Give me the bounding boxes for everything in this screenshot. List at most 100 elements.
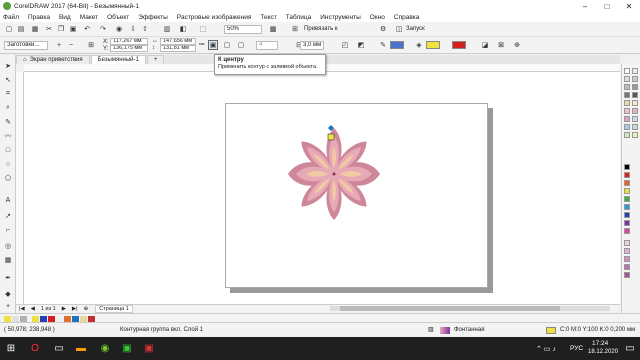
tab-untitled-1[interactable]: Безымянный-1 — [90, 55, 146, 64]
palette-swatch[interactable] — [624, 196, 630, 202]
outline-pen-icon[interactable]: ✎ — [378, 40, 388, 50]
gradient-end-color-swatch[interactable] — [452, 41, 466, 49]
palette-swatch[interactable] — [624, 68, 630, 74]
close-button[interactable]: ✕ — [618, 0, 640, 12]
height-field[interactable]: 131,81 мм — [160, 45, 196, 52]
color-blend-icon[interactable]: ◩ — [356, 40, 366, 50]
menu-window[interactable]: Окно — [370, 14, 385, 21]
menu-file[interactable]: Файл — [3, 14, 19, 21]
palette-swatch[interactable] — [632, 124, 638, 130]
options-gear-icon[interactable]: ⚙ — [378, 24, 388, 34]
palette-swatch[interactable] — [624, 100, 630, 106]
palette-swatch[interactable] — [632, 100, 638, 106]
palette-swatch[interactable] — [624, 84, 630, 90]
menu-view[interactable]: Вид — [59, 14, 71, 21]
next-page-icon[interactable]: ▶ — [59, 306, 69, 312]
launch-icon[interactable]: ◫ — [394, 24, 404, 34]
file-manager-icon[interactable]: ▬ — [74, 341, 88, 355]
parallel-dimension-icon[interactable]: ↗ — [3, 211, 13, 221]
scroll-thumb[interactable] — [340, 306, 560, 311]
new-document-icon[interactable]: ▢ — [4, 24, 14, 34]
crop-tool-icon[interactable]: ⌗ — [3, 89, 13, 99]
interactive-fill-icon[interactable]: ◆ — [3, 289, 13, 299]
contour-tool-icon[interactable]: ◎ — [3, 241, 13, 251]
palette-swatch[interactable] — [624, 220, 630, 226]
palette-swatch[interactable] — [624, 228, 630, 234]
notifications-icon[interactable]: ▭ — [624, 341, 636, 355]
palette-swatch[interactable] — [624, 204, 630, 210]
new-tab-button[interactable]: + — [146, 55, 165, 64]
opera-icon[interactable]: O — [28, 341, 42, 355]
polygon-tool-icon[interactable]: ⬠ — [3, 173, 13, 183]
undo-icon[interactable]: ↶ — [82, 24, 92, 34]
palette-swatch[interactable] — [624, 212, 630, 218]
page-tab[interactable]: Страница 1 — [95, 305, 133, 313]
smart-fill-icon[interactable]: + — [3, 301, 13, 311]
fill-bucket-icon[interactable]: ◈ — [414, 40, 424, 50]
palette-swatch[interactable] — [624, 76, 630, 82]
add-page-icon[interactable]: ⊕ — [81, 306, 92, 312]
flower-contour-group[interactable] — [240, 120, 430, 220]
rectangle-tool-icon[interactable]: □ — [3, 145, 13, 155]
clear-contour-icon[interactable]: ⊠ — [496, 40, 506, 50]
artistic-media-icon[interactable]: 〰 — [3, 131, 13, 141]
palette-swatch[interactable] — [624, 92, 630, 98]
horizontal-scrollbar[interactable] — [330, 306, 610, 311]
contour-outside-icon[interactable]: ▢ — [236, 40, 246, 50]
green-app-icon[interactable]: ▣ — [120, 341, 134, 355]
import-icon[interactable]: ⇩ — [128, 24, 138, 34]
add-icon[interactable]: ⊕ — [512, 40, 522, 50]
open-icon[interactable]: ▤ — [16, 24, 26, 34]
presets-select[interactable]: Заготовки... — [4, 41, 48, 50]
menu-tools[interactable]: Инструменты — [320, 14, 361, 21]
save-icon[interactable]: ▦ — [30, 24, 40, 34]
zoom-level-select[interactable]: 50% — [224, 25, 262, 34]
add-preset-icon[interactable]: + — [54, 40, 64, 50]
menu-help[interactable]: Справка — [394, 14, 420, 21]
windows-start-icon[interactable]: ⊞ — [4, 341, 18, 355]
menu-effects[interactable]: Эффекты — [138, 14, 168, 21]
launch-label[interactable]: Запуск — [406, 26, 425, 32]
maximize-button[interactable]: □ — [596, 0, 618, 12]
transparency-tool-icon[interactable]: ▦ — [3, 255, 13, 265]
menu-edit[interactable]: Правка — [28, 14, 50, 21]
palette-swatch[interactable] — [632, 76, 638, 82]
copy-icon[interactable]: ❐ — [56, 24, 66, 34]
clock-date[interactable]: 18.12.2020 — [588, 349, 618, 355]
menu-layout[interactable]: Макет — [80, 14, 98, 21]
copy-contour-properties-icon[interactable]: ◪ — [480, 40, 490, 50]
explorer-icon[interactable]: ▭ — [52, 341, 66, 355]
redo-icon[interactable]: ↷ — [98, 24, 108, 34]
contour-offset-field[interactable]: 3,0 мм — [300, 41, 324, 50]
palette-swatch[interactable] — [624, 172, 630, 178]
palette-swatch[interactable] — [624, 108, 630, 114]
freehand-tool-icon[interactable]: ✎ — [3, 117, 13, 127]
palette-swatch[interactable] — [632, 132, 638, 138]
pick-tool-icon[interactable]: ➤ — [3, 61, 13, 71]
rulers-icon[interactable]: ⊞ — [290, 24, 300, 34]
tray-icons[interactable]: ⌃ ▭ ♪ — [536, 345, 556, 353]
menu-text[interactable]: Текст — [260, 14, 276, 21]
connector-tool-icon[interactable]: ⌐ — [3, 225, 13, 235]
palette-swatch[interactable] — [624, 180, 630, 186]
palette-swatch[interactable] — [624, 240, 630, 246]
palette-swatch[interactable] — [624, 124, 630, 130]
red-app-icon[interactable]: ▣ — [142, 341, 156, 355]
outline-color-swatch[interactable] — [390, 41, 404, 49]
palette-swatch[interactable] — [632, 92, 638, 98]
fill-color-swatch[interactable] — [426, 41, 440, 49]
coreldraw-taskbar-icon[interactable]: ◉ — [98, 341, 112, 355]
corner-type-icon[interactable]: ◰ — [340, 40, 350, 50]
zoom-fit-icon[interactable]: ▩ — [268, 24, 278, 34]
tab-welcome-screen[interactable]: ⌂ Экран приветствия — [16, 55, 90, 64]
menu-bitmaps[interactable]: Растровые изображения — [177, 14, 252, 21]
palette-swatch[interactable] — [624, 132, 630, 138]
x-position-field[interactable]: 117,267 мм — [110, 38, 148, 45]
palette-swatch[interactable] — [632, 84, 638, 90]
palette-swatch[interactable] — [632, 68, 638, 74]
language-indicator[interactable]: РУС — [570, 345, 583, 352]
prev-page-icon[interactable]: ◀ — [28, 306, 38, 312]
palette-swatch[interactable] — [624, 264, 630, 270]
palette-swatch[interactable] — [624, 188, 630, 194]
first-page-icon[interactable]: |◀ — [16, 306, 28, 312]
